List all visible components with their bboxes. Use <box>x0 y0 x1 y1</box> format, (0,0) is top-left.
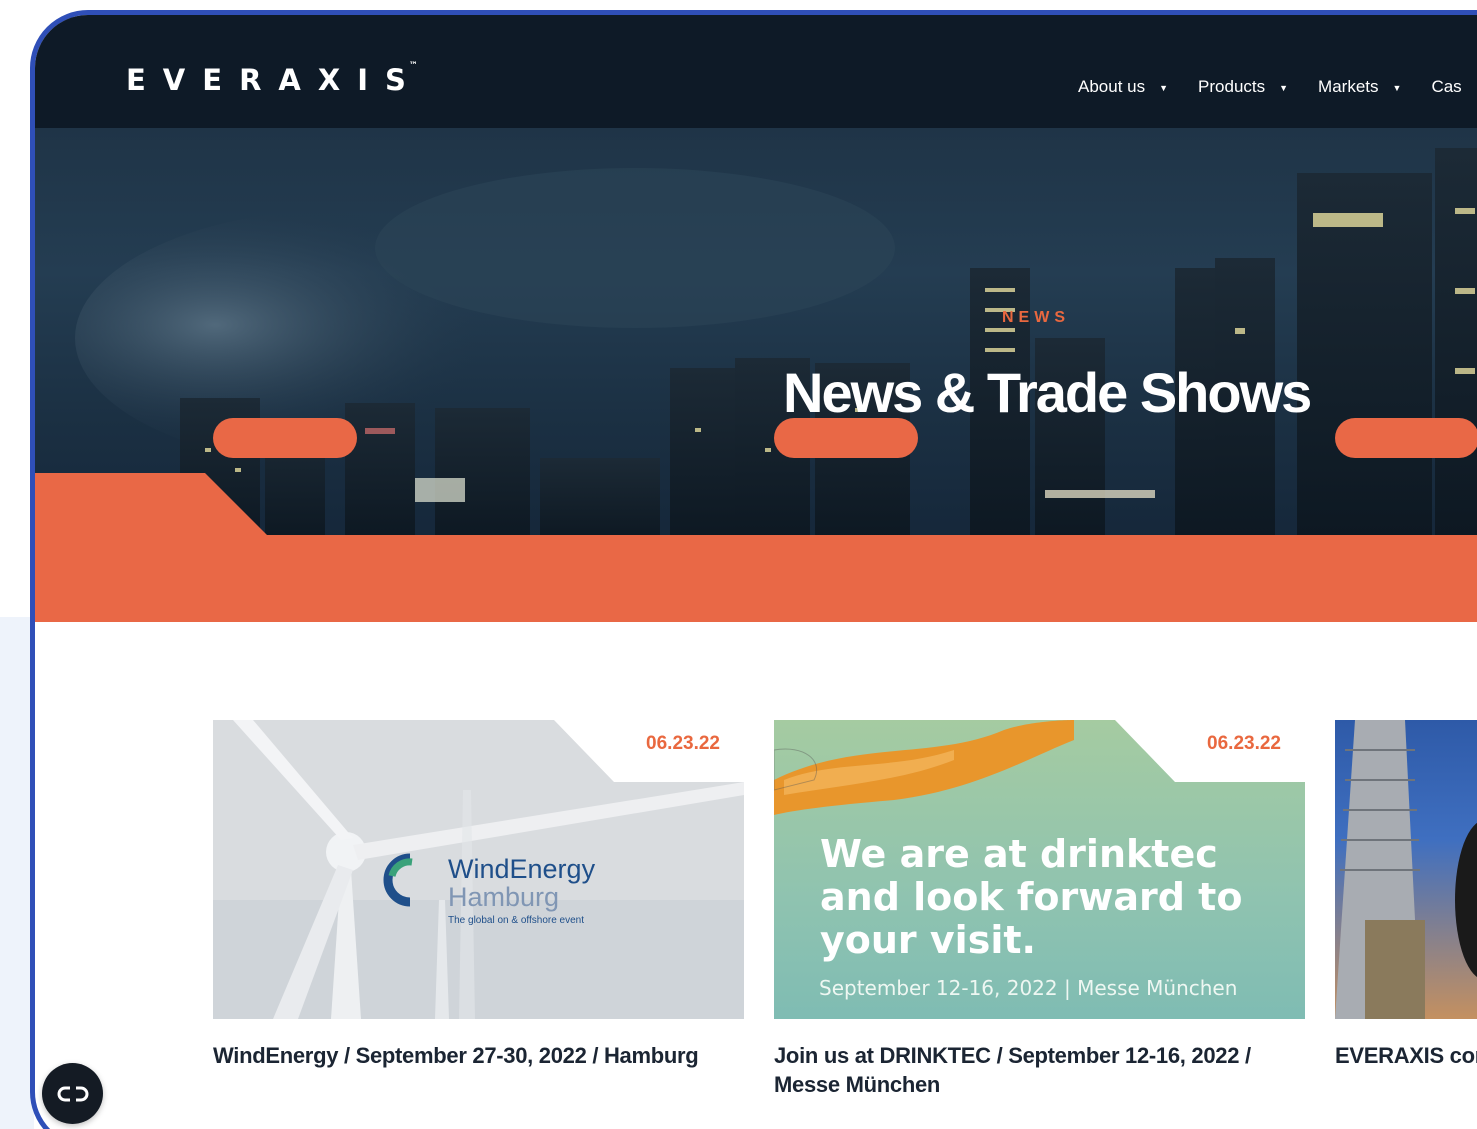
windenergy-logo-icon <box>383 853 413 907</box>
accessibility-toggle-icon <box>57 1086 88 1101</box>
card-date: 06.23.22 <box>1207 733 1281 754</box>
windenergy-logo-subtext: Hamburg <box>448 882 560 912</box>
nav-label: About us <box>1078 77 1146 96</box>
drinktec-headline-line: your visit. <box>820 918 1036 962</box>
hero-eyebrow: NEWS <box>1002 309 1070 326</box>
card-image-windenergy[interactable]: 06.23.22 WindEnergy Hamburg The global o… <box>213 720 744 1019</box>
caret-down-icon: ▼ <box>1279 83 1289 93</box>
news-card[interactable]: 06.23.22 WindEnergy Hamburg The global o… <box>213 720 744 1070</box>
trademark-mark: ™ <box>408 61 418 71</box>
nav-item-products[interactable]: Products ▼ <box>1198 77 1288 97</box>
news-card[interactable]: EVERAXIS cor <box>1335 720 1477 1070</box>
card-date: 06.23.22 <box>646 733 720 754</box>
card-image-drinktec[interactable]: 06.23.22 We are at drinktec and look for… <box>774 720 1305 1019</box>
drinktec-headline-line: We are at drinktec <box>820 832 1218 876</box>
logo[interactable]: EVERAXIS™ <box>126 61 432 97</box>
page-side-band <box>0 617 34 1129</box>
page-title: News & Trade Shows <box>783 361 1312 424</box>
header-top-strip <box>35 15 1477 27</box>
card-title[interactable]: EVERAXIS cor <box>1335 1041 1477 1070</box>
card-image-everaxis[interactable] <box>1335 720 1477 1019</box>
caret-down-icon: ▼ <box>1392 83 1402 93</box>
nav-item-markets[interactable]: Markets ▼ <box>1318 77 1401 97</box>
nav-item-about-us[interactable]: About us ▼ <box>1078 77 1168 97</box>
drinktec-headline: We are at drinktec and look forward to y… <box>820 833 1242 962</box>
news-card[interactable]: 06.23.22 We are at drinktec and look for… <box>774 720 1305 1099</box>
windenergy-logo-text: WindEnergy <box>448 854 596 884</box>
windenergy-logo-tagline: The global on & offshore event <box>448 915 585 926</box>
card-title[interactable]: Join us at DRINKTEC / September 12-16, 2… <box>774 1041 1305 1099</box>
browser-frame: EVERAXIS™ About us ▼ Products ▼ Markets … <box>30 10 1477 1129</box>
caret-down-icon: ▼ <box>1159 83 1169 93</box>
drinktec-subline: September 12-16, 2022 | Messe München <box>819 976 1238 1000</box>
hero-accent-band <box>35 535 1477 622</box>
nav-label: Products <box>1198 77 1266 96</box>
nav-label: Markets <box>1318 77 1379 96</box>
drinktec-headline-line: and look forward to <box>820 875 1243 919</box>
read-more-button[interactable] <box>213 418 357 458</box>
nav-item-cases[interactable]: Cas <box>1431 77 1461 97</box>
main-nav: About us ▼ Products ▼ Markets ▼ Cas <box>1078 77 1462 97</box>
accessibility-toggle-button[interactable] <box>42 1063 103 1124</box>
logo-text: EVERAXIS <box>126 63 423 97</box>
hero-notch-decoration <box>35 473 267 535</box>
read-more-button[interactable] <box>774 418 918 458</box>
nav-label: Cas <box>1431 77 1462 96</box>
read-more-button[interactable] <box>1335 418 1477 458</box>
tower-photo-image <box>1335 720 1477 1019</box>
site-header: EVERAXIS™ About us ▼ Products ▼ Markets … <box>35 27 1477 128</box>
card-title[interactable]: WindEnergy / September 27-30, 2022 / Ham… <box>213 1041 744 1070</box>
